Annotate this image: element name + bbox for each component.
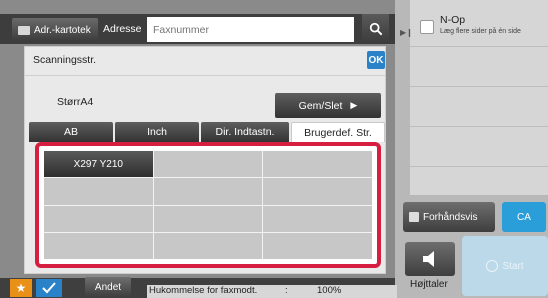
start-icon — [486, 260, 499, 272]
preview-label: Forhåndsvis — [423, 211, 478, 223]
address-book-label: Adr.-kartotek — [34, 24, 91, 36]
other-button[interactable]: Andet — [85, 277, 131, 297]
confirm-check-button[interactable] — [36, 279, 62, 297]
custom-size-slot[interactable]: X297 Y210 — [44, 151, 153, 178]
address-book-icon — [18, 25, 30, 35]
store-delete-button[interactable]: Gem/Slet ▶ — [275, 93, 381, 118]
scan-size-dialog: Scanningsstr. OK StørrA4 Gem/Slet ▶ AB I… — [24, 46, 386, 274]
tab-inch[interactable]: Inch — [115, 122, 199, 142]
preview-icon — [409, 212, 419, 222]
list-divider — [410, 166, 548, 167]
start-label: Start — [502, 260, 524, 272]
size-tabs: AB Inch Dir. Indtastn. Brugerdef. Str. — [29, 122, 385, 142]
n-up-title[interactable]: N-Op — [440, 14, 465, 26]
clear-all-button[interactable]: CA — [502, 202, 546, 232]
address-book-button[interactable]: Adr.-kartotek — [12, 18, 98, 42]
tab-direct-entry[interactable]: Dir. Indtastn. — [201, 122, 289, 142]
custom-size-grid-highlight: X297 Y210 — [35, 142, 381, 268]
custom-size-slot[interactable] — [153, 232, 263, 259]
fax-number-input[interactable] — [147, 17, 354, 42]
custom-size-slot[interactable] — [263, 178, 372, 205]
custom-size-slot[interactable] — [44, 205, 153, 232]
size-label: StørrA4 — [57, 96, 94, 108]
checkmark-icon — [42, 282, 56, 294]
arrow-right-icon: ▶ — [350, 100, 358, 110]
custom-size-slot[interactable] — [263, 205, 372, 232]
start-button[interactable]: Start — [462, 236, 548, 296]
custom-size-slot[interactable] — [153, 151, 263, 178]
custom-size-slot[interactable] — [263, 232, 372, 259]
dialog-title: Scanningsstr. — [33, 54, 97, 66]
memory-label: Hukommelse for faxmodt. — [147, 285, 397, 298]
custom-size-slot[interactable] — [44, 232, 153, 259]
expand-icon[interactable]: ▶❙ — [400, 28, 413, 38]
speaker-label: Højttaler — [410, 279, 448, 290]
address-label: Adresse — [103, 23, 142, 35]
custom-size-slot[interactable] — [263, 151, 372, 178]
custom-size-slot[interactable] — [44, 178, 153, 205]
search-button[interactable] — [362, 14, 389, 44]
star-icon: ★ — [15, 281, 27, 295]
store-delete-label: Gem/Slet — [298, 99, 343, 112]
memory-separator: : — [285, 285, 288, 296]
dialog-divider — [25, 75, 385, 76]
memory-value: 100% — [317, 285, 342, 296]
tab-custom-size[interactable]: Brugerdef. Str. — [291, 122, 385, 142]
n-up-checkbox[interactable] — [420, 20, 434, 34]
search-icon — [369, 22, 382, 36]
speaker-button[interactable] — [405, 242, 455, 276]
ok-button[interactable]: OK — [367, 51, 385, 69]
list-divider — [410, 126, 548, 127]
list-divider — [410, 46, 548, 47]
custom-size-slot[interactable] — [153, 178, 263, 205]
preview-button[interactable]: Forhåndsvis — [403, 202, 495, 232]
speaker-icon — [423, 251, 434, 267]
list-divider — [410, 86, 548, 87]
tab-ab[interactable]: AB — [29, 122, 113, 142]
custom-size-grid: X297 Y210 — [44, 151, 372, 259]
n-up-subtitle: Læg flere sider på én side — [440, 28, 521, 35]
custom-size-slot[interactable] — [153, 205, 263, 232]
favorite-star-button[interactable]: ★ — [10, 279, 32, 297]
